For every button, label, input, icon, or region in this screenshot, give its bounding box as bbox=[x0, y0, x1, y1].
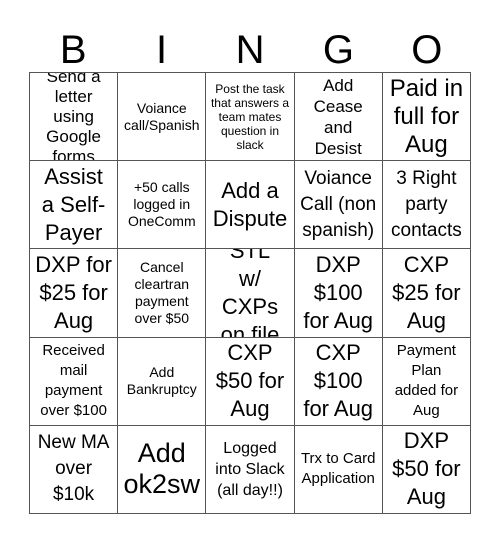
bingo-cell[interactable]: Add Cease and Desist bbox=[294, 73, 383, 162]
bingo-cell[interactable]: Add a Dispute bbox=[206, 161, 295, 250]
cell-text: New MA over $10k bbox=[37, 432, 110, 506]
cell-text: DXP $100 for Aug bbox=[303, 251, 374, 333]
cell-text: DXP $50 for Aug bbox=[392, 428, 461, 510]
bingo-cell[interactable]: Post the task that answers a team mates … bbox=[206, 73, 295, 162]
header-letter-i: I bbox=[156, 28, 168, 72]
bingo-cell[interactable]: Add Bankruptcy bbox=[118, 337, 207, 426]
cell-text: CXP $100 for Aug bbox=[303, 340, 374, 422]
bingo-cell[interactable]: Voiance call/Spanish bbox=[118, 73, 207, 162]
bingo-cell[interactable]: Trx to Card Application bbox=[294, 425, 383, 514]
bingo-grid: Send a letter using Google forms Voiance… bbox=[29, 72, 471, 514]
cell-text: DXP for $25 for Aug bbox=[35, 251, 112, 333]
cell-text: Payment Plan added for Aug bbox=[394, 342, 459, 420]
cell-text: Assist a Self-Payer bbox=[41, 163, 106, 245]
bingo-cell[interactable]: Paid in full for Aug bbox=[382, 73, 471, 162]
cell-text: Paid in full for Aug bbox=[389, 74, 464, 158]
bingo-cell[interactable]: +50 calls logged in OneComm bbox=[118, 161, 207, 250]
cell-text: Trx to Card Application bbox=[300, 450, 376, 488]
cell-text: Logged into Slack (all day!!) bbox=[215, 439, 285, 499]
bingo-cell[interactable]: CXP $50 for Aug bbox=[206, 337, 295, 426]
header-letter-g: G bbox=[322, 28, 354, 72]
bingo-cell[interactable]: Send a letter using Google forms bbox=[30, 73, 119, 162]
cell-text: Add ok2sw bbox=[123, 438, 201, 500]
bingo-cell[interactable]: Logged into Slack (all day!!) bbox=[206, 425, 295, 514]
bingo-cell[interactable]: Cancel cleartran payment over $50 bbox=[118, 249, 207, 338]
cell-text: Post the task that answers a team mates … bbox=[210, 81, 290, 152]
bingo-cell[interactable]: Voiance Call (non spanish) bbox=[294, 161, 383, 250]
bingo-cell[interactable]: Add ok2sw bbox=[118, 425, 207, 514]
cell-text: Received mail payment over $100 bbox=[40, 342, 107, 420]
cell-text: Voiance Call (non spanish) bbox=[300, 167, 377, 241]
bingo-cell[interactable]: Received mail payment over $100 bbox=[30, 337, 119, 426]
cell-text: Add a Dispute bbox=[212, 177, 288, 231]
cell-text: Add Bankruptcy bbox=[126, 364, 197, 398]
bingo-cell[interactable]: DXP $100 for Aug bbox=[294, 249, 383, 338]
cell-text: CXP $50 for Aug bbox=[215, 340, 285, 422]
header-letter-n: N bbox=[235, 28, 265, 72]
cell-text: Send a letter using Google forms bbox=[46, 73, 101, 162]
cell-text: Cancel cleartran payment over $50 bbox=[134, 258, 190, 326]
cell-text: Add Cease and Desist bbox=[313, 75, 363, 158]
cell-text: Voiance call/Spanish bbox=[124, 99, 200, 133]
bingo-cell[interactable]: DXP $50 for Aug bbox=[382, 425, 471, 514]
bingo-cell[interactable]: 3 Right party contacts bbox=[382, 161, 471, 250]
bingo-cell[interactable]: Assist a Self-Payer bbox=[30, 161, 119, 250]
bingo-cell[interactable]: CXP $100 for Aug bbox=[294, 337, 383, 426]
bingo-cell[interactable]: STL w/ CXPs on file bbox=[206, 249, 295, 338]
bingo-cell[interactable]: New MA over $10k bbox=[30, 425, 119, 514]
cell-text: STL w/ CXPs on file bbox=[220, 249, 280, 338]
bingo-cell[interactable]: CXP $25 for Aug bbox=[382, 249, 471, 338]
bingo-cell[interactable]: Payment Plan added for Aug bbox=[382, 337, 471, 426]
bingo-cell[interactable]: DXP for $25 for Aug bbox=[30, 249, 119, 338]
header-letter-b: B bbox=[59, 28, 87, 72]
header-letter-o: O bbox=[411, 28, 443, 72]
cell-text: 3 Right party contacts bbox=[391, 167, 462, 241]
bingo-header: B I N G O bbox=[29, 28, 471, 72]
cell-text: +50 calls logged in OneComm bbox=[127, 179, 196, 230]
cell-text: CXP $25 for Aug bbox=[392, 251, 461, 333]
